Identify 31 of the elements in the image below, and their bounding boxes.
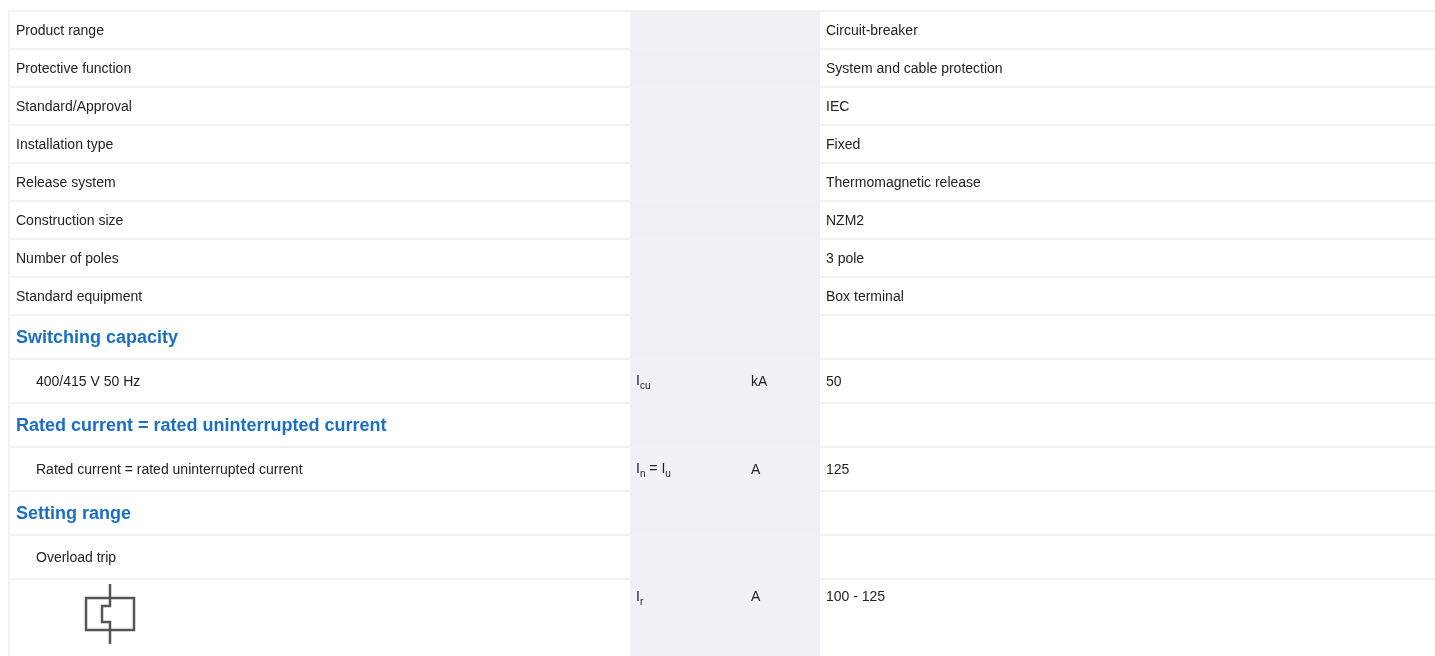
property-label: Protective function (16, 60, 132, 76)
property-value: Box terminal (826, 288, 904, 304)
section-heading: Switching capacity (16, 326, 179, 348)
property-value: System and cable protection (826, 60, 1003, 76)
property-label: Number of poles (16, 250, 119, 266)
property-label: Rated current = rated uninterrupted current (36, 461, 303, 477)
symbol-cell: I$_{n}$ = I$_{u}$ (630, 448, 745, 490)
property-label: Product range (16, 22, 104, 38)
property-label: Overload trip (36, 549, 117, 565)
property-value: Circuit-breaker (826, 22, 918, 38)
property-label: 400/415 V 50 Hz (36, 373, 141, 389)
property-value: Fixed (826, 136, 861, 152)
symbol-cell: I$_{cu}$ (630, 360, 745, 402)
property-value: IEC (826, 98, 850, 114)
property-label: Construction size (16, 212, 124, 228)
property-label: Release system (16, 174, 116, 190)
property-value: 100 - 125 (826, 588, 886, 604)
symbol-cell: I$_{r}$ (630, 580, 745, 656)
property-value: 125 (826, 461, 850, 477)
unit-cell: kA (745, 360, 820, 402)
property-value: NZM2 (826, 212, 865, 228)
section-heading: Rated current = rated uninterrupted current (16, 414, 387, 436)
property-label: Standard/Approval (16, 98, 132, 114)
property-value: 50 (826, 373, 842, 389)
property-label: Standard equipment (16, 288, 143, 304)
property-value: Thermomagnetic release (826, 174, 981, 190)
property-value: 3 pole (826, 250, 865, 266)
section-heading: Setting range (16, 502, 131, 524)
property-label: Installation type (16, 136, 114, 152)
unit-cell: A (745, 580, 820, 656)
unit-cell: A (745, 448, 820, 490)
